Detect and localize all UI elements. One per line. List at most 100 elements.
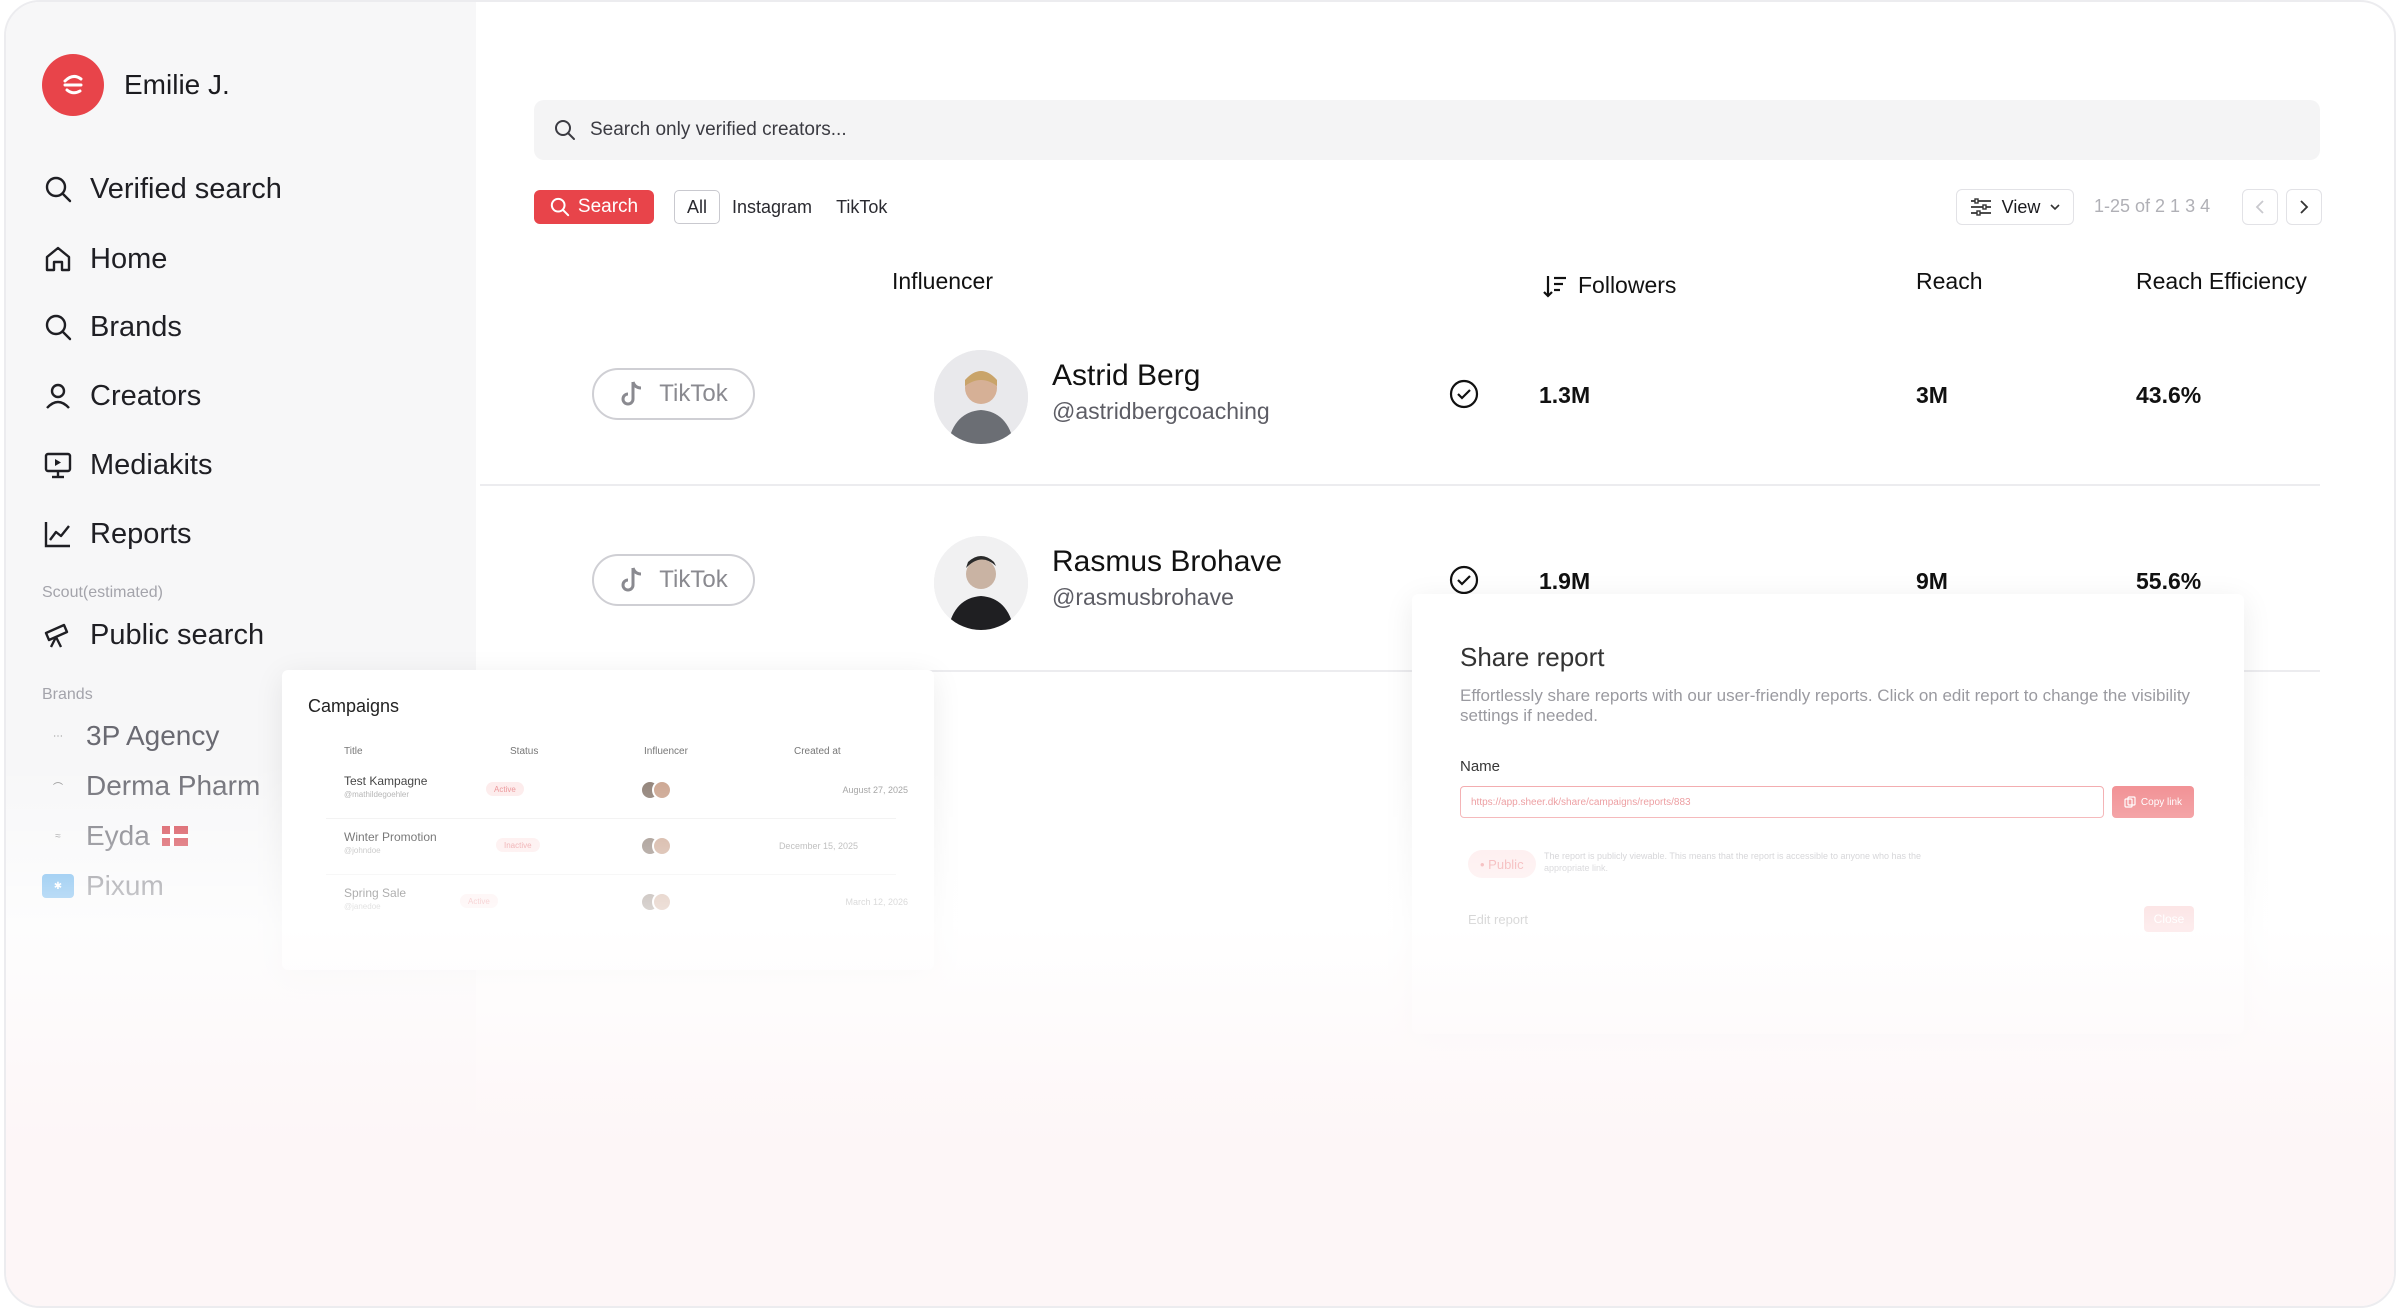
scout-section-label: Scout(estimated) bbox=[42, 584, 163, 601]
search-button[interactable]: Search bbox=[534, 190, 654, 224]
search-input[interactable]: Search only verified creators... bbox=[534, 100, 2320, 160]
campaigns-card: Campaigns Title Status Influencer Create… bbox=[282, 670, 934, 970]
campaigns-header-status: Status bbox=[510, 746, 539, 757]
followers-header-label: Followers bbox=[1578, 272, 1677, 298]
sliders-icon bbox=[1970, 198, 1991, 216]
brand-logo-icon: ⋯ bbox=[53, 730, 63, 742]
influencer-handle: @rasmusbrohave bbox=[1052, 584, 1234, 610]
view-dropdown[interactable]: View bbox=[1956, 189, 2074, 225]
campaign-title[interactable]: Test Kampagne bbox=[344, 774, 427, 788]
platform-label: TikTok bbox=[659, 380, 728, 407]
nav-item-verified-search[interactable]: Verified search bbox=[42, 164, 282, 214]
logo-icon bbox=[63, 74, 83, 95]
chevron-down-icon bbox=[2050, 204, 2060, 211]
nav-label: Brands bbox=[90, 310, 182, 343]
brand-item-pixum[interactable]: ✱ Pixum bbox=[42, 866, 164, 906]
brand-label: Pixum bbox=[86, 870, 164, 901]
brand-logo-icon: ✱ bbox=[42, 874, 74, 898]
brands-section-label: Brands bbox=[42, 686, 93, 703]
row-divider bbox=[326, 818, 896, 819]
brand-label: Derma Pharm bbox=[86, 770, 261, 801]
search-icon bbox=[45, 176, 72, 203]
presentation-icon bbox=[44, 452, 72, 479]
brand-label: Eyda bbox=[86, 820, 150, 851]
share-report-dialog: Share report Effortlessly share reports … bbox=[1412, 594, 2244, 1034]
brand-label: 3P Agency bbox=[86, 720, 220, 751]
share-report-description: Effortlessly share reports with our user… bbox=[1460, 686, 2191, 725]
search-placeholder: Search only verified creators... bbox=[590, 119, 847, 140]
campaigns-title: Campaigns bbox=[308, 696, 400, 716]
app-logo[interactable] bbox=[42, 54, 104, 116]
filter-tiktok[interactable]: TikTok bbox=[824, 190, 899, 224]
campaign-date: December 15, 2025 bbox=[778, 841, 858, 851]
sidebar: Emilie J. Verified search Home Brands Cr… bbox=[6, 2, 476, 1306]
nav-label: Public search bbox=[90, 618, 265, 651]
search-icon bbox=[45, 314, 72, 341]
copy-link-button[interactable]: Copy link bbox=[2112, 786, 2194, 818]
person-photo-icon bbox=[934, 350, 1028, 444]
edit-report-link[interactable]: Edit report bbox=[1468, 912, 1528, 927]
brand-item-derma-pharm[interactable]: ⌒ Derma Pharm bbox=[42, 766, 260, 806]
tiktok-icon bbox=[621, 381, 642, 406]
visibility-description: The report is publicly viewable. This me… bbox=[1544, 851, 1922, 873]
copy-icon bbox=[2124, 796, 2136, 808]
campaign-title[interactable]: Winter Promotion bbox=[344, 830, 437, 844]
prev-page-button[interactable] bbox=[2242, 189, 2278, 225]
reach-efficiency-value: 55.6% bbox=[2136, 568, 2202, 594]
status-badge: Active bbox=[486, 782, 524, 796]
reach-value: 9M bbox=[1916, 568, 1948, 594]
nav-item-brands[interactable]: Brands bbox=[42, 302, 182, 352]
telescope-icon bbox=[44, 623, 69, 648]
filter-all[interactable]: All bbox=[674, 190, 721, 224]
pagination-text: 1-25 of 2 1 3 4 bbox=[2094, 196, 2211, 216]
influencer-avatars bbox=[640, 836, 672, 856]
followers-value: 1.9M bbox=[1539, 568, 1591, 594]
reach-value: 3M bbox=[1916, 382, 1948, 408]
next-page-button[interactable] bbox=[2286, 189, 2322, 225]
nav-label: Reports bbox=[90, 517, 192, 550]
person-photo-icon bbox=[934, 536, 1028, 630]
verified-check-icon bbox=[1449, 379, 1479, 409]
campaigns-header-created-at: Created at bbox=[794, 746, 841, 757]
followers-value: 1.3M bbox=[1539, 382, 1591, 408]
campaigns-header-title: Title bbox=[344, 746, 363, 757]
brand-item-3p-agency[interactable]: ⋯ 3P Agency bbox=[42, 716, 219, 756]
view-label: View bbox=[2001, 196, 2041, 217]
brand-item-eyda[interactable]: ≈ Eyda bbox=[42, 816, 188, 856]
denmark-flag-icon bbox=[161, 826, 188, 846]
column-header-influencer[interactable]: Influencer bbox=[892, 268, 993, 295]
close-button[interactable]: Close bbox=[2144, 906, 2194, 932]
chart-icon bbox=[44, 522, 70, 548]
report-url-field[interactable]: https://app.sheer.dk/share/campaigns/rep… bbox=[1460, 786, 2104, 818]
nav-item-public-search[interactable]: Public search bbox=[42, 610, 264, 660]
influencer-avatars bbox=[640, 892, 672, 912]
column-header-reach[interactable]: Reach bbox=[1916, 268, 1982, 295]
column-header-followers[interactable]: Followers bbox=[1542, 272, 1676, 299]
campaign-owner: @janedoe bbox=[344, 902, 381, 911]
chevron-right-icon bbox=[2300, 200, 2309, 214]
filter-instagram[interactable]: Instagram bbox=[720, 190, 824, 224]
nav-item-creators[interactable]: Creators bbox=[42, 371, 201, 421]
status-badge: Inactive bbox=[496, 838, 540, 852]
campaign-date: August 27, 2025 bbox=[842, 785, 908, 795]
influencer-name[interactable]: Astrid Berg bbox=[1052, 359, 1200, 393]
tiktok-icon bbox=[621, 567, 642, 592]
nav-label: Creators bbox=[90, 379, 202, 412]
copy-link-label: Copy link bbox=[2140, 796, 2183, 808]
nav-item-mediakits[interactable]: Mediakits bbox=[42, 440, 213, 490]
nav-item-home[interactable]: Home bbox=[42, 234, 167, 284]
user-name[interactable]: Emilie J. bbox=[124, 69, 230, 101]
avatar[interactable] bbox=[934, 536, 1028, 630]
influencer-name[interactable]: Rasmus Brohave bbox=[1052, 545, 1282, 579]
chevron-left-icon bbox=[2255, 200, 2264, 214]
nav-label: Mediakits bbox=[90, 448, 213, 481]
sort-descending-icon bbox=[1543, 275, 1566, 298]
avatar[interactable] bbox=[934, 350, 1028, 444]
search-icon bbox=[550, 197, 570, 217]
column-header-reach-efficiency[interactable]: Reach Efficiency bbox=[2136, 268, 2307, 295]
visibility-badge: • Public bbox=[1468, 850, 1536, 878]
home-icon bbox=[45, 246, 71, 272]
campaign-title[interactable]: Spring Sale bbox=[344, 886, 406, 900]
reach-efficiency-value: 43.6% bbox=[2136, 382, 2202, 408]
nav-item-reports[interactable]: Reports bbox=[42, 509, 192, 559]
